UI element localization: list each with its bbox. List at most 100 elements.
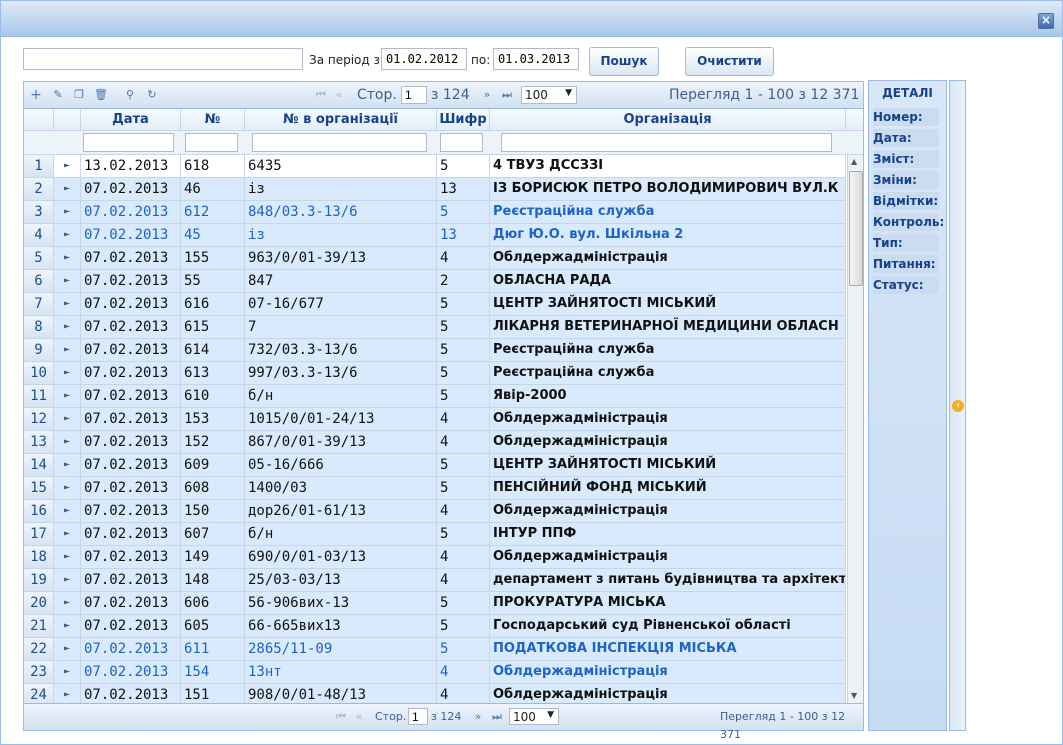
vertical-scrollbar[interactable]: ▲ ▼ <box>847 155 863 703</box>
expand-arrow-icon[interactable]: ► <box>54 316 81 338</box>
page-size-select[interactable]: 100 ▼ <box>509 708 559 725</box>
table-row[interactable]: 13 ► 07.02.2013 152 867/0/01-39/13 4 Облдержад… <box>24 431 846 454</box>
cell-number: 152 <box>181 431 245 453</box>
copy-icon[interactable]: ❐ <box>72 88 86 102</box>
table-row[interactable]: 18 ► 07.02.2013 149 690/0/01-03/13 4 Облдержад… <box>24 546 846 569</box>
edit-icon[interactable]: ✎ <box>51 88 65 102</box>
collapse-arrow-icon[interactable]: ‹ <box>952 400 964 412</box>
last-page-icon[interactable]: ⏭ <box>490 710 504 724</box>
table-row[interactable]: 3 ► 07.02.2013 612 848/03.3-13/6 5 Реєстраційн… <box>24 201 846 224</box>
next-page-icon[interactable]: » <box>480 88 494 102</box>
search-input[interactable] <box>23 48 303 70</box>
filter-number-input[interactable] <box>185 133 238 152</box>
table-row[interactable]: 14 ► 07.02.2013 609 05-16/666 5 ЦЕНТР ЗАЙНЯТОС… <box>24 454 846 477</box>
expand-arrow-icon[interactable]: ► <box>54 247 81 269</box>
cell-org-number: 6435 <box>245 155 437 177</box>
search-button[interactable]: Пошук <box>589 47 659 76</box>
last-page-icon[interactable]: ⏭ <box>500 88 514 102</box>
expand-arrow-icon[interactable]: ► <box>54 500 81 522</box>
expand-arrow-icon[interactable]: ► <box>54 592 81 614</box>
expand-arrow-icon[interactable]: ► <box>54 454 81 476</box>
expand-arrow-icon[interactable]: ► <box>54 362 81 384</box>
page-size-select[interactable]: 100 ▼ <box>521 86 577 104</box>
expand-arrow-icon[interactable]: ► <box>54 431 81 453</box>
table-row[interactable]: 23 ► 07.02.2013 154 13нт 4 Облдержадміністраці… <box>24 661 846 684</box>
table-row[interactable]: 19 ► 07.02.2013 148 25/03-03/13 4 департамент … <box>24 569 846 592</box>
refresh-icon[interactable]: ↻ <box>145 88 159 102</box>
prev-page-icon[interactable]: « <box>332 88 346 102</box>
expand-arrow-icon[interactable]: ► <box>54 408 81 430</box>
expand-arrow-icon[interactable]: ► <box>54 339 81 361</box>
cell-organization: Облдержадміністрація <box>490 247 846 269</box>
cell-org-number: із <box>245 224 437 246</box>
table-row[interactable]: 16 ► 07.02.2013 150 дор26/01-61/13 4 Облдержад… <box>24 500 846 523</box>
table-row[interactable]: 5 ► 07.02.2013 155 963/0/01-39/13 4 Облдержадм… <box>24 247 846 270</box>
cell-date: 07.02.2013 <box>81 615 181 637</box>
expand-arrow-icon[interactable]: ► <box>54 224 81 246</box>
table-row[interactable]: 21 ► 07.02.2013 605 66-665вих13 5 Господарськи… <box>24 615 846 638</box>
first-page-icon[interactable]: ⏮ <box>334 710 348 724</box>
table-row[interactable]: 9 ► 07.02.2013 614 732/03.3-13/6 5 Реєстраційн… <box>24 339 846 362</box>
first-page-icon[interactable]: ⏮ <box>314 88 328 102</box>
column-date[interactable]: Дата <box>81 109 181 131</box>
page-input[interactable] <box>401 86 427 104</box>
column-organization[interactable]: Організація <box>490 109 846 131</box>
expand-arrow-icon[interactable]: ► <box>54 661 81 683</box>
expand-arrow-icon[interactable]: ► <box>54 569 81 591</box>
expand-arrow-icon[interactable]: ► <box>54 477 81 499</box>
scroll-down-icon[interactable]: ▼ <box>851 691 857 700</box>
row-number: 5 <box>24 247 54 269</box>
search-icon[interactable]: ⚲ <box>123 88 137 102</box>
filter-organization-input[interactable] <box>501 133 832 152</box>
column-number[interactable]: № <box>181 109 245 131</box>
add-icon[interactable]: + <box>29 88 43 102</box>
table-row[interactable]: 12 ► 07.02.2013 153 1015/0/01-24/13 4 Облдержа… <box>24 408 846 431</box>
filter-org-number-input[interactable] <box>252 133 427 152</box>
expand-arrow-icon[interactable]: ► <box>54 178 81 200</box>
expand-arrow-icon[interactable]: ► <box>54 155 81 177</box>
date-to-input[interactable] <box>493 48 579 70</box>
table-row[interactable]: 20 ► 07.02.2013 606 56-906вих-13 5 ПРОКУРАТУРА… <box>24 592 846 615</box>
table-row[interactable]: 22 ► 07.02.2013 611 2865/11-09 5 ПОДАТКОВА ІНС… <box>24 638 846 661</box>
filter-date-input[interactable] <box>83 133 174 152</box>
table-row[interactable]: 10 ► 07.02.2013 613 997/03.3-13/6 5 Реєстрацій… <box>24 362 846 385</box>
table-row[interactable]: 11 ► 07.02.2013 610 б/н 5 Явір-2000 <box>24 385 846 408</box>
page-input[interactable] <box>408 708 428 725</box>
details-collapse-bar[interactable]: ‹ <box>949 80 966 731</box>
expand-arrow-icon[interactable]: ► <box>54 684 81 703</box>
expand-arrow-icon[interactable]: ► <box>54 385 81 407</box>
delete-icon[interactable]: 🗑 <box>94 88 108 102</box>
cell-org-number: 66-665вих13 <box>245 615 437 637</box>
table-row[interactable]: 1 ► 13.02.2013 618 6435 5 4 ТВУЗ ДССЗЗІ <box>24 155 846 178</box>
expand-arrow-icon[interactable]: ► <box>54 546 81 568</box>
scrollbar-thumb[interactable] <box>849 171 863 286</box>
expand-arrow-icon[interactable]: ► <box>54 523 81 545</box>
column-org-number[interactable]: № в організації <box>245 109 437 131</box>
table-row[interactable]: 8 ► 07.02.2013 615 7 5 ЛІКАРНЯ ВЕТЕРИНАРНОЇ МЕ… <box>24 316 846 339</box>
column-code[interactable]: Шифр <box>437 109 490 131</box>
table-row[interactable]: 15 ► 07.02.2013 608 1400/03 5 ПЕНСІЙНИЙ ФОНД М… <box>24 477 846 500</box>
table-row[interactable]: 6 ► 07.02.2013 55 847 2 ОБЛАСНА РАДА <box>24 270 846 293</box>
expand-arrow-icon[interactable]: ► <box>54 293 81 315</box>
close-icon[interactable]: × <box>1038 13 1054 29</box>
scroll-up-icon[interactable]: ▲ <box>851 157 857 166</box>
table-row[interactable]: 17 ► 07.02.2013 607 б/н 5 ІНТУР ППФ <box>24 523 846 546</box>
page-of-label: з 124 <box>431 87 470 103</box>
filter-code-input[interactable] <box>440 133 483 152</box>
next-page-icon[interactable]: » <box>471 710 485 724</box>
clear-button[interactable]: Очистити <box>685 47 774 76</box>
date-from-input[interactable] <box>381 48 467 70</box>
expand-arrow-icon[interactable]: ► <box>54 270 81 292</box>
row-number: 6 <box>24 270 54 292</box>
table-row[interactable]: 2 ► 07.02.2013 46 із 13 ІЗ БОРИСЮК ПЕТРО ВОЛОД… <box>24 178 846 201</box>
table-row[interactable]: 24 ► 07.02.2013 151 908/0/01-48/13 4 Облдержад… <box>24 684 846 703</box>
prev-page-icon[interactable]: « <box>352 710 366 724</box>
expand-arrow-icon[interactable]: ► <box>54 638 81 660</box>
cell-organization: ЦЕНТР ЗАЙНЯТОСТІ МІСЬКИЙ <box>490 293 846 315</box>
expand-arrow-icon[interactable]: ► <box>54 201 81 223</box>
table-row[interactable]: 7 ► 07.02.2013 616 07-16/677 5 ЦЕНТР ЗАЙНЯТОСТ… <box>24 293 846 316</box>
row-number: 2 <box>24 178 54 200</box>
page-of-label: з 124 <box>431 710 462 723</box>
expand-arrow-icon[interactable]: ► <box>54 615 81 637</box>
table-row[interactable]: 4 ► 07.02.2013 45 із 13 Дюг Ю.О. вул. Шкільна … <box>24 224 846 247</box>
